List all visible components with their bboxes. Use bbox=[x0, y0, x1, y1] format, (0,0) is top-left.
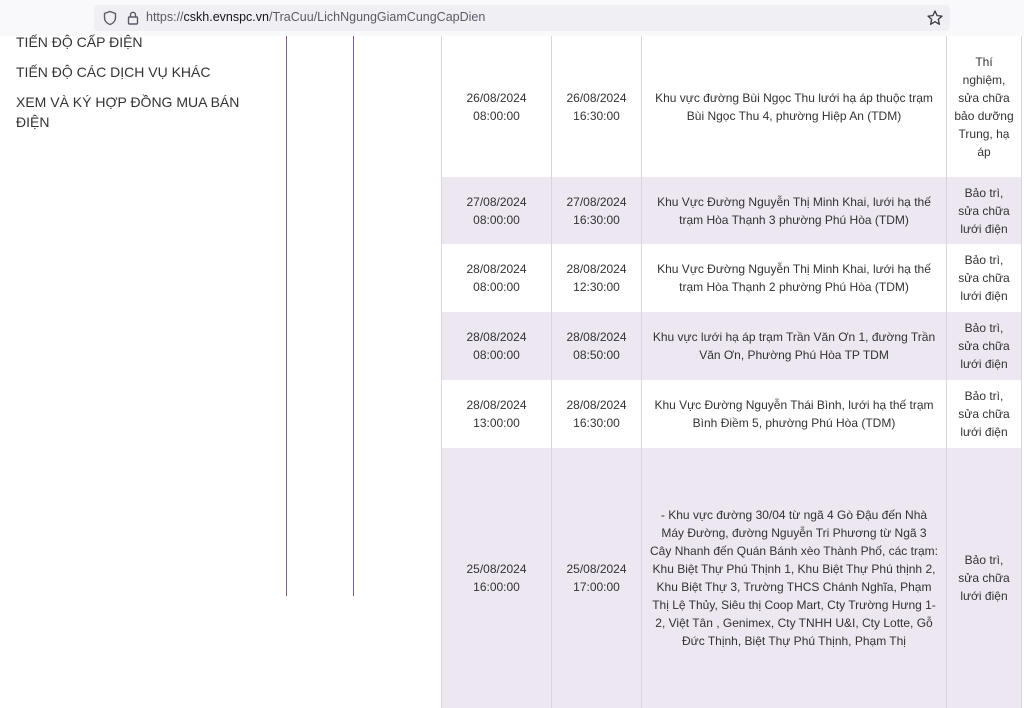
reason-cell: Thí nghiệm, sửa chữa bảo dưỡng Trung, hạ… bbox=[946, 36, 1022, 177]
tracking-protection-shield-icon[interactable] bbox=[102, 10, 118, 26]
table-row: 27/08/2024 08:00:00 27/08/2024 16:30:00 Kh… bbox=[441, 177, 1022, 244]
sidebar-menu: TIẾN ĐỘ CẤP ĐIỆN TIẾN ĐỘ CÁC DỊCH VỤ KHÁ… bbox=[16, 34, 276, 142]
lock-icon[interactable] bbox=[125, 10, 141, 26]
sidebar-item-tien-do-cap-dien[interactable]: TIẾN ĐỘ CẤP ĐIỆN bbox=[16, 32, 276, 52]
end-cell: 26/08/2024 16:30:00 bbox=[551, 36, 642, 177]
area-cell: Khu Vực Đường Nguyễn Thái Bình, lưới hạ … bbox=[641, 380, 947, 448]
start-time: 08:00:00 bbox=[473, 348, 520, 362]
start-time: 16:00:00 bbox=[473, 580, 520, 594]
end-date: 26/08/2024 bbox=[566, 90, 627, 105]
url-path: /TraCuu/LichNgungGiamCungCapDien bbox=[269, 10, 486, 24]
start-date: 26/08/2024 bbox=[466, 90, 527, 105]
end-time: 17:00:00 bbox=[573, 580, 620, 594]
start-cell: 27/08/2024 08:00:00 bbox=[441, 177, 552, 244]
area-cell: Khu Vực Đường Nguyễn Thị Minh Khai, lưới… bbox=[641, 244, 947, 312]
end-date: 28/08/2024 bbox=[566, 398, 627, 412]
end-time: 16:30:00 bbox=[573, 108, 620, 123]
end-time: 12:30:00 bbox=[573, 280, 620, 294]
start-cell: 25/08/2024 16:00:00 bbox=[441, 448, 552, 708]
end-date: 28/08/2024 bbox=[566, 330, 627, 344]
area-cell: Khu vực lưới hạ áp trạm Trần Văn Ơn 1, đ… bbox=[641, 312, 947, 380]
start-cell: 26/08/2024 08:00:00 bbox=[441, 36, 552, 177]
reason-cell: Bảo trì, sửa chữa lưới điện bbox=[946, 244, 1022, 312]
url-prefix: https:// bbox=[146, 10, 184, 24]
bookmark-star-icon[interactable] bbox=[926, 9, 944, 27]
start-time: 08:00:00 bbox=[473, 212, 520, 227]
column-divider bbox=[353, 36, 354, 596]
outage-schedule-table: 26/08/2024 08:00:00 26/08/2024 16:30:00 Kh… bbox=[441, 36, 1022, 708]
start-date: 28/08/2024 bbox=[466, 398, 527, 412]
browser-toolbar: https://cskh.evnspc.vn/TraCuu/LichNgungG… bbox=[0, 0, 1024, 36]
table-row: 28/08/2024 08:00:00 28/08/2024 12:30:00 Kh… bbox=[441, 244, 1022, 312]
column-divider bbox=[286, 36, 287, 596]
start-date: 28/08/2024 bbox=[466, 262, 527, 276]
start-cell: 28/08/2024 08:00:00 bbox=[441, 312, 552, 380]
start-cell: 28/08/2024 13:00:00 bbox=[441, 380, 552, 448]
start-time: 13:00:00 bbox=[473, 416, 520, 430]
start-time: 08:00:00 bbox=[473, 108, 520, 123]
end-time: 16:30:00 bbox=[573, 212, 620, 227]
reason-cell: Bảo trì, sửa chữa lưới điện bbox=[946, 448, 1022, 708]
start-date: 28/08/2024 bbox=[466, 330, 527, 344]
reason-cell: Bảo trì, sửa chữa lưới điện bbox=[946, 380, 1022, 448]
end-cell: 25/08/2024 17:00:00 bbox=[551, 448, 642, 708]
end-cell: 28/08/2024 08:50:00 bbox=[551, 312, 642, 380]
end-cell: 27/08/2024 16:30:00 bbox=[551, 177, 642, 244]
start-cell: 28/08/2024 08:00:00 bbox=[441, 244, 552, 312]
reason-cell: Bảo trì, sửa chữa lưới điện bbox=[946, 312, 1022, 380]
sidebar-item-tien-do-dich-vu-khac[interactable]: TIẾN ĐỘ CÁC DỊCH VỤ KHÁC bbox=[16, 62, 276, 82]
start-date: 27/08/2024 bbox=[466, 194, 527, 209]
end-cell: 28/08/2024 16:30:00 bbox=[551, 380, 642, 448]
area-cell: Khu Vực Đường Nguyễn Thị Minh Khai, lưới… bbox=[641, 177, 947, 244]
end-date: 27/08/2024 bbox=[566, 194, 627, 209]
sidebar-item-hop-dong-mua-ban-dien[interactable]: XEM VÀ KÝ HỢP ĐỒNG MUA BÁN ĐIỆN bbox=[16, 92, 276, 132]
end-cell: 28/08/2024 12:30:00 bbox=[551, 244, 642, 312]
table-row: 25/08/2024 16:00:00 25/08/2024 17:00:00 - … bbox=[441, 448, 1022, 708]
area-cell: Khu vực đường Bùi Ngọc Thu lưới hạ áp th… bbox=[641, 36, 947, 177]
url-text[interactable]: https://cskh.evnspc.vn/TraCuu/LichNgungG… bbox=[146, 10, 485, 24]
table-row: 26/08/2024 08:00:00 26/08/2024 16:30:00 Kh… bbox=[441, 36, 1022, 177]
reason-cell: Bảo trì, sửa chữa lưới điện bbox=[946, 177, 1022, 244]
table-row: 28/08/2024 08:00:00 28/08/2024 08:50:00 Kh… bbox=[441, 312, 1022, 380]
end-date: 28/08/2024 bbox=[566, 262, 627, 276]
area-cell: - Khu vực đường 30/04 từ ngã 4 Gò Đậu đế… bbox=[641, 448, 947, 708]
start-time: 08:00:00 bbox=[473, 280, 520, 294]
start-date: 25/08/2024 bbox=[466, 562, 527, 576]
end-time: 16:30:00 bbox=[573, 416, 620, 430]
address-bar[interactable]: https://cskh.evnspc.vn/TraCuu/LichNgungG… bbox=[94, 5, 950, 31]
end-date: 25/08/2024 bbox=[566, 562, 627, 576]
table-row: 28/08/2024 13:00:00 28/08/2024 16:30:00 Kh… bbox=[441, 380, 1022, 448]
end-time: 08:50:00 bbox=[573, 348, 620, 362]
url-host: cskh.evnspc.vn bbox=[183, 10, 269, 24]
